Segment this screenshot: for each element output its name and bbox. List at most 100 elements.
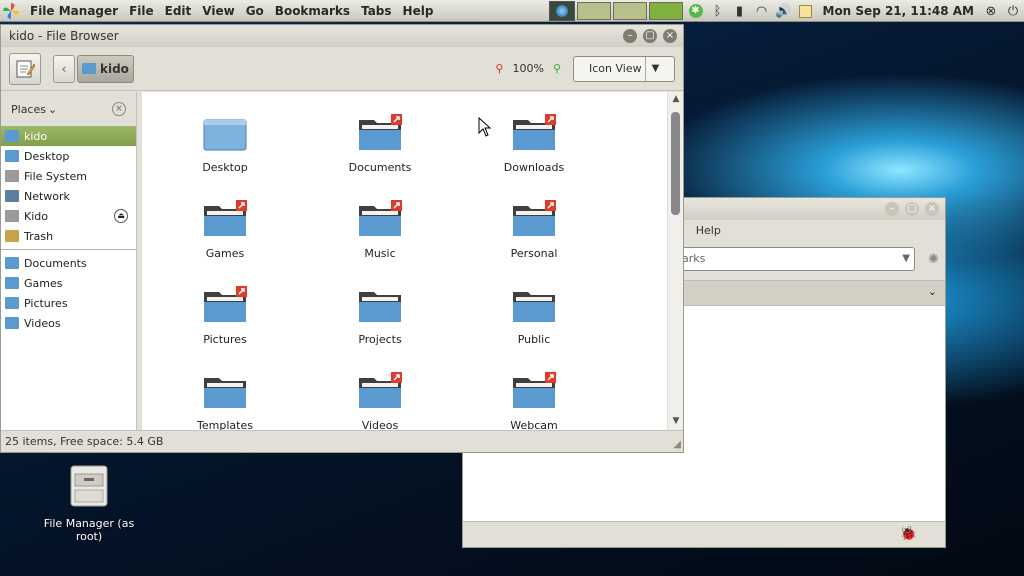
bluetooth-icon[interactable]: ᛒ <box>710 3 726 19</box>
folder-item-webcam[interactable]: Webcam <box>484 372 584 430</box>
file-browser-titlebar[interactable]: kido - File Browser – ▢ × <box>1 25 683 47</box>
folder-label: Downloads <box>503 161 565 174</box>
folder-icon <box>359 292 401 322</box>
location-text: arks <box>682 252 706 265</box>
eject-icon[interactable]: ⏏ <box>114 209 128 223</box>
status-text: 25 items, Free space: 5.4 GB <box>5 435 164 448</box>
bookmark-item-videos[interactable]: Videos <box>1 313 136 333</box>
sidebar-item-kido[interactable]: Kido ⏏ <box>1 206 136 226</box>
workspace-2-icon[interactable] <box>612 2 647 20</box>
close-button[interactable]: × <box>663 29 677 43</box>
panel-clock[interactable]: Mon Sep 21, 11:48 AM <box>823 4 975 18</box>
menu-help[interactable]: Help <box>696 224 721 237</box>
folder-icon <box>5 317 19 329</box>
folder-item-public[interactable]: Public <box>484 286 584 346</box>
zoom-in-icon[interactable]: ⚲ <box>553 62 561 75</box>
chevron-down-icon[interactable]: ⌄ <box>928 285 937 298</box>
file-cabinet-icon <box>70 465 108 507</box>
places-header[interactable]: Places ⌄ × <box>1 92 136 126</box>
folder-item-projects[interactable]: Projects <box>330 286 430 346</box>
panel-menu-file[interactable]: File <box>129 4 154 18</box>
file-browser-window[interactable]: kido - File Browser – ▢ × ‹ kido ⚲ 100% … <box>0 24 684 453</box>
zoom-out-icon[interactable]: ⚲ <box>495 62 503 75</box>
resize-grip-icon[interactable]: ◢ <box>673 439 681 450</box>
scroll-up-icon[interactable]: ▲ <box>668 94 684 106</box>
panel-menu-view[interactable]: View <box>202 4 234 18</box>
back-button[interactable]: ‹ <box>53 54 75 83</box>
top-panel: File Manager File Edit View Go Bookmarks Tabs H… <box>0 0 1024 22</box>
location-combo[interactable]: arks ▼ <box>675 247 915 271</box>
panel-menu-go[interactable]: Go <box>246 4 264 18</box>
folder-item-documents[interactable]: Documents <box>330 114 430 174</box>
wifi-icon[interactable]: ◠ <box>754 3 770 19</box>
minimize-button[interactable]: – <box>623 29 637 43</box>
close-button[interactable]: × <box>925 202 939 216</box>
edit-location-button[interactable] <box>9 52 41 85</box>
folder-icon <box>513 372 556 408</box>
folder-icon <box>5 257 19 269</box>
folder-item-music[interactable]: Music <box>330 200 430 260</box>
view-mode-select[interactable]: Icon View ▼ <box>573 55 675 82</box>
mouse-cursor-icon <box>478 117 492 137</box>
maximize-button[interactable]: ▢ <box>905 202 919 216</box>
panel-menu-help[interactable]: Help <box>403 4 434 18</box>
places-list: kido Desktop File System Network Kido ⏏ Trash <box>1 126 136 246</box>
scrollbar-thumb[interactable] <box>671 112 680 215</box>
drive-icon <box>5 210 19 222</box>
panel-menu-bookmarks[interactable]: Bookmarks <box>275 4 350 18</box>
folder-item-desktop[interactable]: Desktop <box>175 114 275 174</box>
folder-item-games[interactable]: Games <box>175 200 275 260</box>
folder-item-downloads[interactable]: Downloads <box>484 114 584 174</box>
view-mode-label: Icon View <box>589 62 642 75</box>
close-sidebar-icon[interactable]: × <box>112 102 126 116</box>
sidebar-item-desktop[interactable]: Desktop <box>1 146 136 166</box>
volume-icon[interactable]: 🔊 <box>775 3 791 19</box>
desktop-icon-file-manager-root[interactable]: File Manager (as root) <box>30 464 148 543</box>
window-title: kido - File Browser <box>9 29 119 43</box>
sidebar-item-kido[interactable]: kido <box>1 126 136 146</box>
power-icon[interactable]: ⏻ <box>1005 3 1021 19</box>
battery-icon[interactable]: ▮ <box>732 3 748 19</box>
sidebar-item-trash[interactable]: Trash <box>1 226 136 246</box>
home-folder-icon <box>82 63 96 74</box>
sidebar-item-network[interactable]: Network <box>1 186 136 206</box>
statusbar: 25 items, Free space: 5.4 GB ◢ <box>1 430 683 452</box>
sidebar-item-label: kido <box>24 129 48 143</box>
workspace-1-icon[interactable] <box>576 2 611 20</box>
chevron-down-icon[interactable]: ▼ <box>902 248 910 270</box>
scroll-down-icon[interactable]: ▼ <box>668 416 684 428</box>
breadcrumb-label: kido <box>100 61 129 76</box>
icon-grid: Desktop Documents Downloads Games Music Perso… <box>142 92 667 430</box>
folder-icon <box>359 372 402 408</box>
pinwheel-logo-icon <box>3 2 19 19</box>
chevron-down-icon[interactable]: ▼ <box>645 56 665 81</box>
panel-menu-edit[interactable]: Edit <box>165 4 192 18</box>
panel-menu-tabs[interactable]: Tabs <box>361 4 391 18</box>
minimize-button[interactable]: – <box>885 202 899 216</box>
file-icon-view[interactable]: Desktop Documents Downloads Games Music Perso… <box>142 92 667 430</box>
places-sidebar: Places ⌄ × kido Desktop File System Network K… <box>1 92 137 430</box>
maximize-button[interactable]: ▢ <box>643 29 657 43</box>
bookmark-item-pictures[interactable]: Pictures <box>1 293 136 313</box>
bookmark-item-games[interactable]: Games <box>1 273 136 293</box>
vertical-scrollbar[interactable]: ▲ ▼ <box>667 92 683 430</box>
folder-label: Public <box>517 333 551 346</box>
update-icon[interactable]: ✱ <box>688 3 704 19</box>
notes-icon[interactable] <box>798 3 814 19</box>
globe-icon[interactable] <box>548 1 575 21</box>
folder-item-templates[interactable]: Templates <box>175 372 275 430</box>
folder-item-pictures[interactable]: Pictures <box>175 286 275 346</box>
bug-icon[interactable]: 🐞 <box>900 526 917 542</box>
bookmark-item-documents[interactable]: Documents <box>1 253 136 273</box>
desktop-icon <box>5 150 19 162</box>
folder-item-personal[interactable]: Personal <box>484 200 584 260</box>
folder-label: Videos <box>361 419 399 430</box>
applications-menu-button[interactable] <box>0 0 22 22</box>
workspace-3-icon[interactable] <box>648 2 683 20</box>
close-session-icon[interactable]: ⊗ <box>983 3 999 19</box>
folder-item-videos[interactable]: Videos <box>330 372 430 430</box>
sidebar-item-file-system[interactable]: File System <box>1 166 136 186</box>
panel-menu-file-manager[interactable]: File Manager <box>30 4 118 18</box>
sidebar-item-label: Trash <box>24 229 54 243</box>
breadcrumb[interactable]: kido <box>77 54 134 83</box>
